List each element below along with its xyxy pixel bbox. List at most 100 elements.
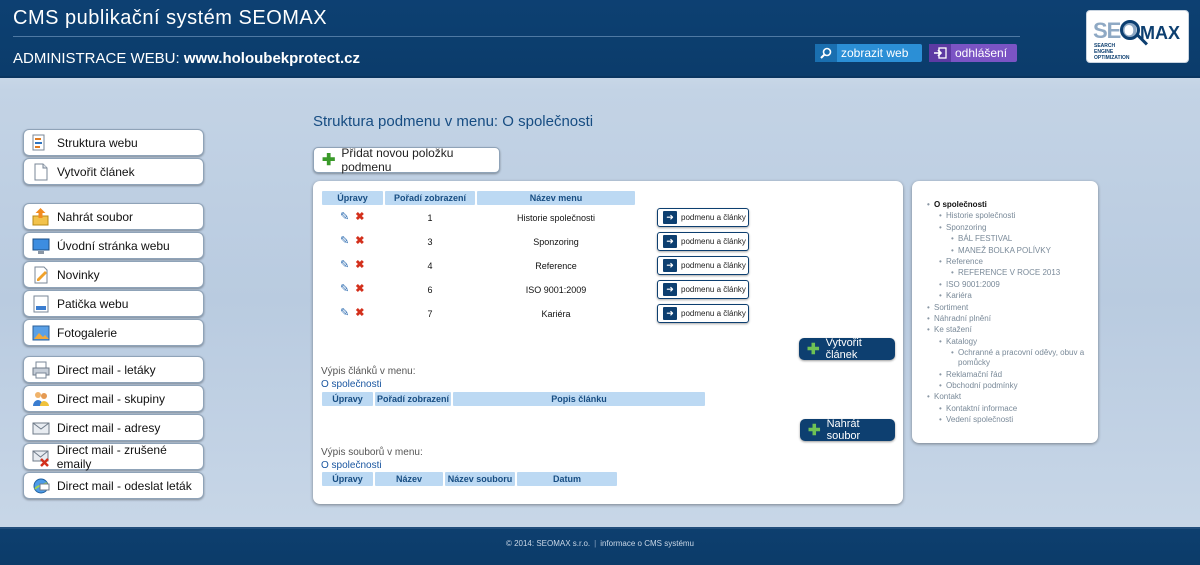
tree-item[interactable]: Reference bbox=[939, 257, 1090, 267]
row-order: 7 bbox=[427, 309, 433, 319]
tree-item[interactable]: REFERENCE V ROCE 2013 bbox=[951, 268, 1090, 278]
articles-label: Výpis článků v menu: bbox=[321, 366, 416, 377]
tree-item[interactable]: Ochranné a pracovní oděvy, obuv a pomůck… bbox=[951, 348, 1090, 368]
document-icon bbox=[30, 162, 52, 182]
files-header-filename: Název souboru bbox=[445, 472, 515, 486]
delete-icon[interactable]: ✖ bbox=[355, 258, 364, 271]
content-panel: Úpravy Pořadí zobrazení Název menu ✎ ✖ 1 Hi… bbox=[313, 181, 903, 504]
tree-item[interactable]: Kontakt bbox=[927, 392, 1090, 402]
sidebar-item-nahr-t-soubor[interactable]: Nahrát soubor bbox=[23, 203, 204, 230]
sidebar-item-label: Úvodní stránka webu bbox=[57, 238, 170, 253]
tree-item[interactable]: Katalogy bbox=[939, 337, 1090, 347]
row-order: 6 bbox=[427, 285, 433, 295]
admin-domain: www.holoubekprotect.cz bbox=[183, 50, 360, 67]
files-header-edits: Úpravy bbox=[322, 472, 373, 486]
row-order: 4 bbox=[427, 261, 433, 271]
articles-menu-link[interactable]: O společnosti bbox=[321, 379, 382, 390]
upload-file-button[interactable]: ✚ Nahrát soubor bbox=[800, 418, 895, 442]
tree-item[interactable]: Kontaktní informace bbox=[939, 404, 1090, 414]
sidebar-item-label: Direct mail - zrušené emaily bbox=[56, 442, 167, 471]
tree-item[interactable]: Sortiment bbox=[927, 303, 1090, 313]
sidebar-item-struktura-webu[interactable]: Struktura webu bbox=[23, 129, 204, 156]
tree-item[interactable]: Náhradní plnění bbox=[927, 314, 1090, 324]
arrow-right-icon: ➜ bbox=[663, 235, 677, 248]
footer-text: © 2014: SEOMAX s.r.o. | informace o CMS sy… bbox=[505, 539, 695, 548]
submenu-articles-label: podmenu a články bbox=[681, 237, 746, 246]
submenu-articles-button[interactable]: ➜ podmenu a články bbox=[657, 256, 749, 275]
globe-send-icon bbox=[30, 476, 52, 496]
tree-item[interactable]: Vedení společnosti bbox=[939, 415, 1090, 425]
row-edit-actions: ✎ ✖ bbox=[340, 282, 364, 295]
sidebar-item-label: Direct mail - letáky bbox=[57, 362, 156, 377]
sidebar-item-label: Novinky bbox=[57, 267, 100, 282]
menu-tree-panel: O společnostiHistorie společnosti Sponzor… bbox=[912, 181, 1098, 443]
tree-item[interactable]: Reklamační řád bbox=[939, 370, 1090, 380]
sidebar-item-fotogalerie[interactable]: Fotogalerie bbox=[23, 319, 204, 346]
sidebar-item-vodn-str-nka-webu[interactable]: Úvodní stránka webu bbox=[23, 232, 204, 259]
view-website-label: zobrazit web bbox=[841, 46, 909, 60]
sidebar-item-direct-mail-skupiny[interactable]: Direct mail - skupiny bbox=[23, 385, 204, 412]
sidebar-item-direct-mail-zru-en-emaily[interactable]: Direct mail - zrušené emaily bbox=[23, 442, 204, 471]
delete-icon[interactable]: ✖ bbox=[355, 210, 364, 223]
structure-icon bbox=[30, 133, 52, 153]
sidebar-item-direct-mail-odeslat-let-k[interactable]: Direct mail - odeslat leták bbox=[23, 472, 204, 499]
tree-item[interactable]: ISO 9001:2009 bbox=[939, 280, 1090, 290]
logout-button[interactable]: odhlášení bbox=[929, 44, 1017, 62]
tree-item[interactable]: Obchodní podmínky bbox=[939, 381, 1090, 391]
delete-icon[interactable]: ✖ bbox=[355, 306, 364, 319]
page-title: Struktura podmenu v menu: O společnosti bbox=[313, 113, 594, 130]
magnifier-icon bbox=[815, 44, 837, 62]
pencil-icon[interactable]: ✎ bbox=[340, 282, 349, 295]
sidebar-item-vytvo-it-l-nek[interactable]: Vytvořit článek bbox=[23, 158, 204, 185]
sidebar-item-pati-ka-webu[interactable]: Patička webu bbox=[23, 290, 204, 317]
footer-copyright: © 2014: SEOMAX s.r.o. bbox=[505, 539, 591, 548]
col-header-order: Pořadí zobrazení bbox=[385, 191, 475, 205]
tree-item[interactable]: MANEŽ BOLKA POLÍVKY bbox=[951, 246, 1090, 256]
pencil-icon[interactable]: ✎ bbox=[340, 306, 349, 319]
tree-item[interactable]: Historie společnosti bbox=[939, 211, 1090, 221]
footer-info-link[interactable]: informace o CMS systému bbox=[600, 539, 694, 548]
footer-icon bbox=[30, 294, 52, 314]
submenu-articles-button[interactable]: ➜ podmenu a články bbox=[657, 232, 749, 251]
delete-icon[interactable]: ✖ bbox=[355, 234, 364, 247]
gallery-icon bbox=[30, 323, 52, 343]
submenu-articles-button[interactable]: ➜ podmenu a články bbox=[657, 208, 749, 227]
files-header-name: Název bbox=[375, 472, 443, 486]
submenu-articles-label: podmenu a články bbox=[681, 309, 746, 318]
pencil-icon[interactable]: ✎ bbox=[340, 234, 349, 247]
pencil-icon[interactable]: ✎ bbox=[340, 210, 349, 223]
sidebar-item-label: Direct mail - skupiny bbox=[57, 391, 166, 406]
tree-item[interactable]: O společnosti bbox=[927, 200, 1090, 210]
delete-icon[interactable]: ✖ bbox=[355, 282, 364, 295]
col-header-menu-name: Název menu bbox=[477, 191, 635, 205]
admin-line: ADMINISTRACE WEBU: www.holoubekprotect.c… bbox=[13, 50, 360, 67]
monitor-icon bbox=[30, 236, 52, 256]
sidebar-item-direct-mail-adresy[interactable]: Direct mail - adresy bbox=[23, 414, 204, 441]
view-website-button[interactable]: zobrazit web bbox=[815, 44, 922, 62]
footer: © 2014: SEOMAX s.r.o. | informace o CMS sy… bbox=[0, 527, 1200, 565]
tree-item[interactable]: Kariéra bbox=[939, 291, 1090, 301]
news-icon bbox=[30, 265, 52, 285]
upload-file-label: Nahrát soubor bbox=[826, 418, 861, 442]
sidebar-item-label: Fotogalerie bbox=[57, 325, 118, 340]
row-edit-actions: ✎ ✖ bbox=[340, 234, 364, 247]
arrow-right-icon: ➜ bbox=[663, 307, 677, 320]
submenu-articles-button[interactable]: ➜ podmenu a články bbox=[657, 304, 749, 323]
sidebar-item-direct-mail-let-ky[interactable]: Direct mail - letáky bbox=[23, 356, 204, 383]
sidebar-item-label: Patička webu bbox=[57, 296, 129, 311]
tree-item[interactable]: BÁL FESTIVAL bbox=[951, 234, 1090, 244]
sidebar-item-label: Vytvořit článek bbox=[57, 164, 135, 179]
sidebar-item-label: Direct mail - adresy bbox=[57, 420, 161, 435]
logout-icon bbox=[929, 44, 951, 62]
submenu-articles-button[interactable]: ➜ podmenu a články bbox=[657, 280, 749, 299]
add-submenu-item-button[interactable]: ✚ Přidat novou položku podmenu bbox=[313, 146, 500, 174]
row-menu-name: Kariéra bbox=[541, 309, 571, 319]
tree-item[interactable]: Sponzoring bbox=[939, 223, 1090, 233]
files-menu-link[interactable]: O společnosti bbox=[321, 460, 382, 471]
pencil-icon[interactable]: ✎ bbox=[340, 258, 349, 271]
tree-item[interactable]: Ke stažení bbox=[927, 325, 1090, 335]
create-article-label: Vytvořit článek bbox=[825, 337, 862, 361]
row-order: 1 bbox=[427, 213, 433, 223]
create-article-button[interactable]: ✚ Vytvořit článek bbox=[799, 337, 895, 361]
sidebar-item-novinky[interactable]: Novinky bbox=[23, 261, 204, 288]
